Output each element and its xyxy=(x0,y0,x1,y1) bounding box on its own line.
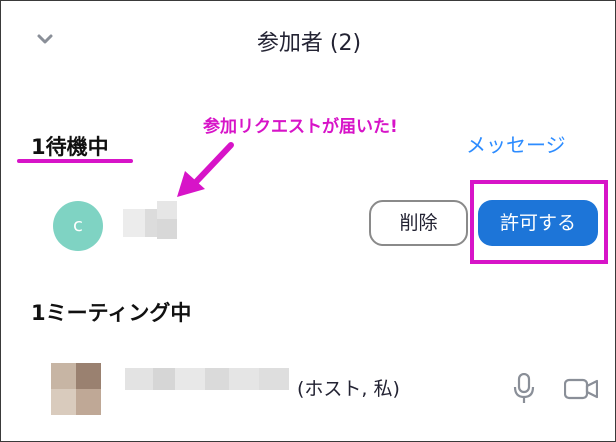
participant-name-blurred xyxy=(125,368,289,390)
host-label: (ホスト, 私) xyxy=(297,378,400,400)
annotation-callout: 参加リクエストが届いた! xyxy=(203,117,398,137)
in-meeting-heading: 1ミーティング中 xyxy=(31,301,192,325)
waiting-room-heading: 1待機中 xyxy=(31,135,109,159)
annotation-underline xyxy=(17,159,133,163)
message-link[interactable]: メッセージ xyxy=(466,129,566,158)
avatar xyxy=(51,363,101,415)
video-camera-icon[interactable] xyxy=(564,378,598,400)
participants-panel: 参加者 (2) 参加リクエストが届いた! 1待機中 メッセージ c 削除 許可す… xyxy=(0,0,616,442)
microphone-icon[interactable] xyxy=(513,373,535,405)
panel-header: 参加者 (2) xyxy=(1,1,616,81)
participant-name-blurred xyxy=(123,201,177,239)
avatar: c xyxy=(53,201,103,251)
remove-button[interactable]: 削除 xyxy=(369,200,468,246)
panel-title: 参加者 (2) xyxy=(256,31,362,56)
annotation-arrow-icon xyxy=(177,142,234,197)
admit-button[interactable]: 許可する xyxy=(478,200,598,246)
